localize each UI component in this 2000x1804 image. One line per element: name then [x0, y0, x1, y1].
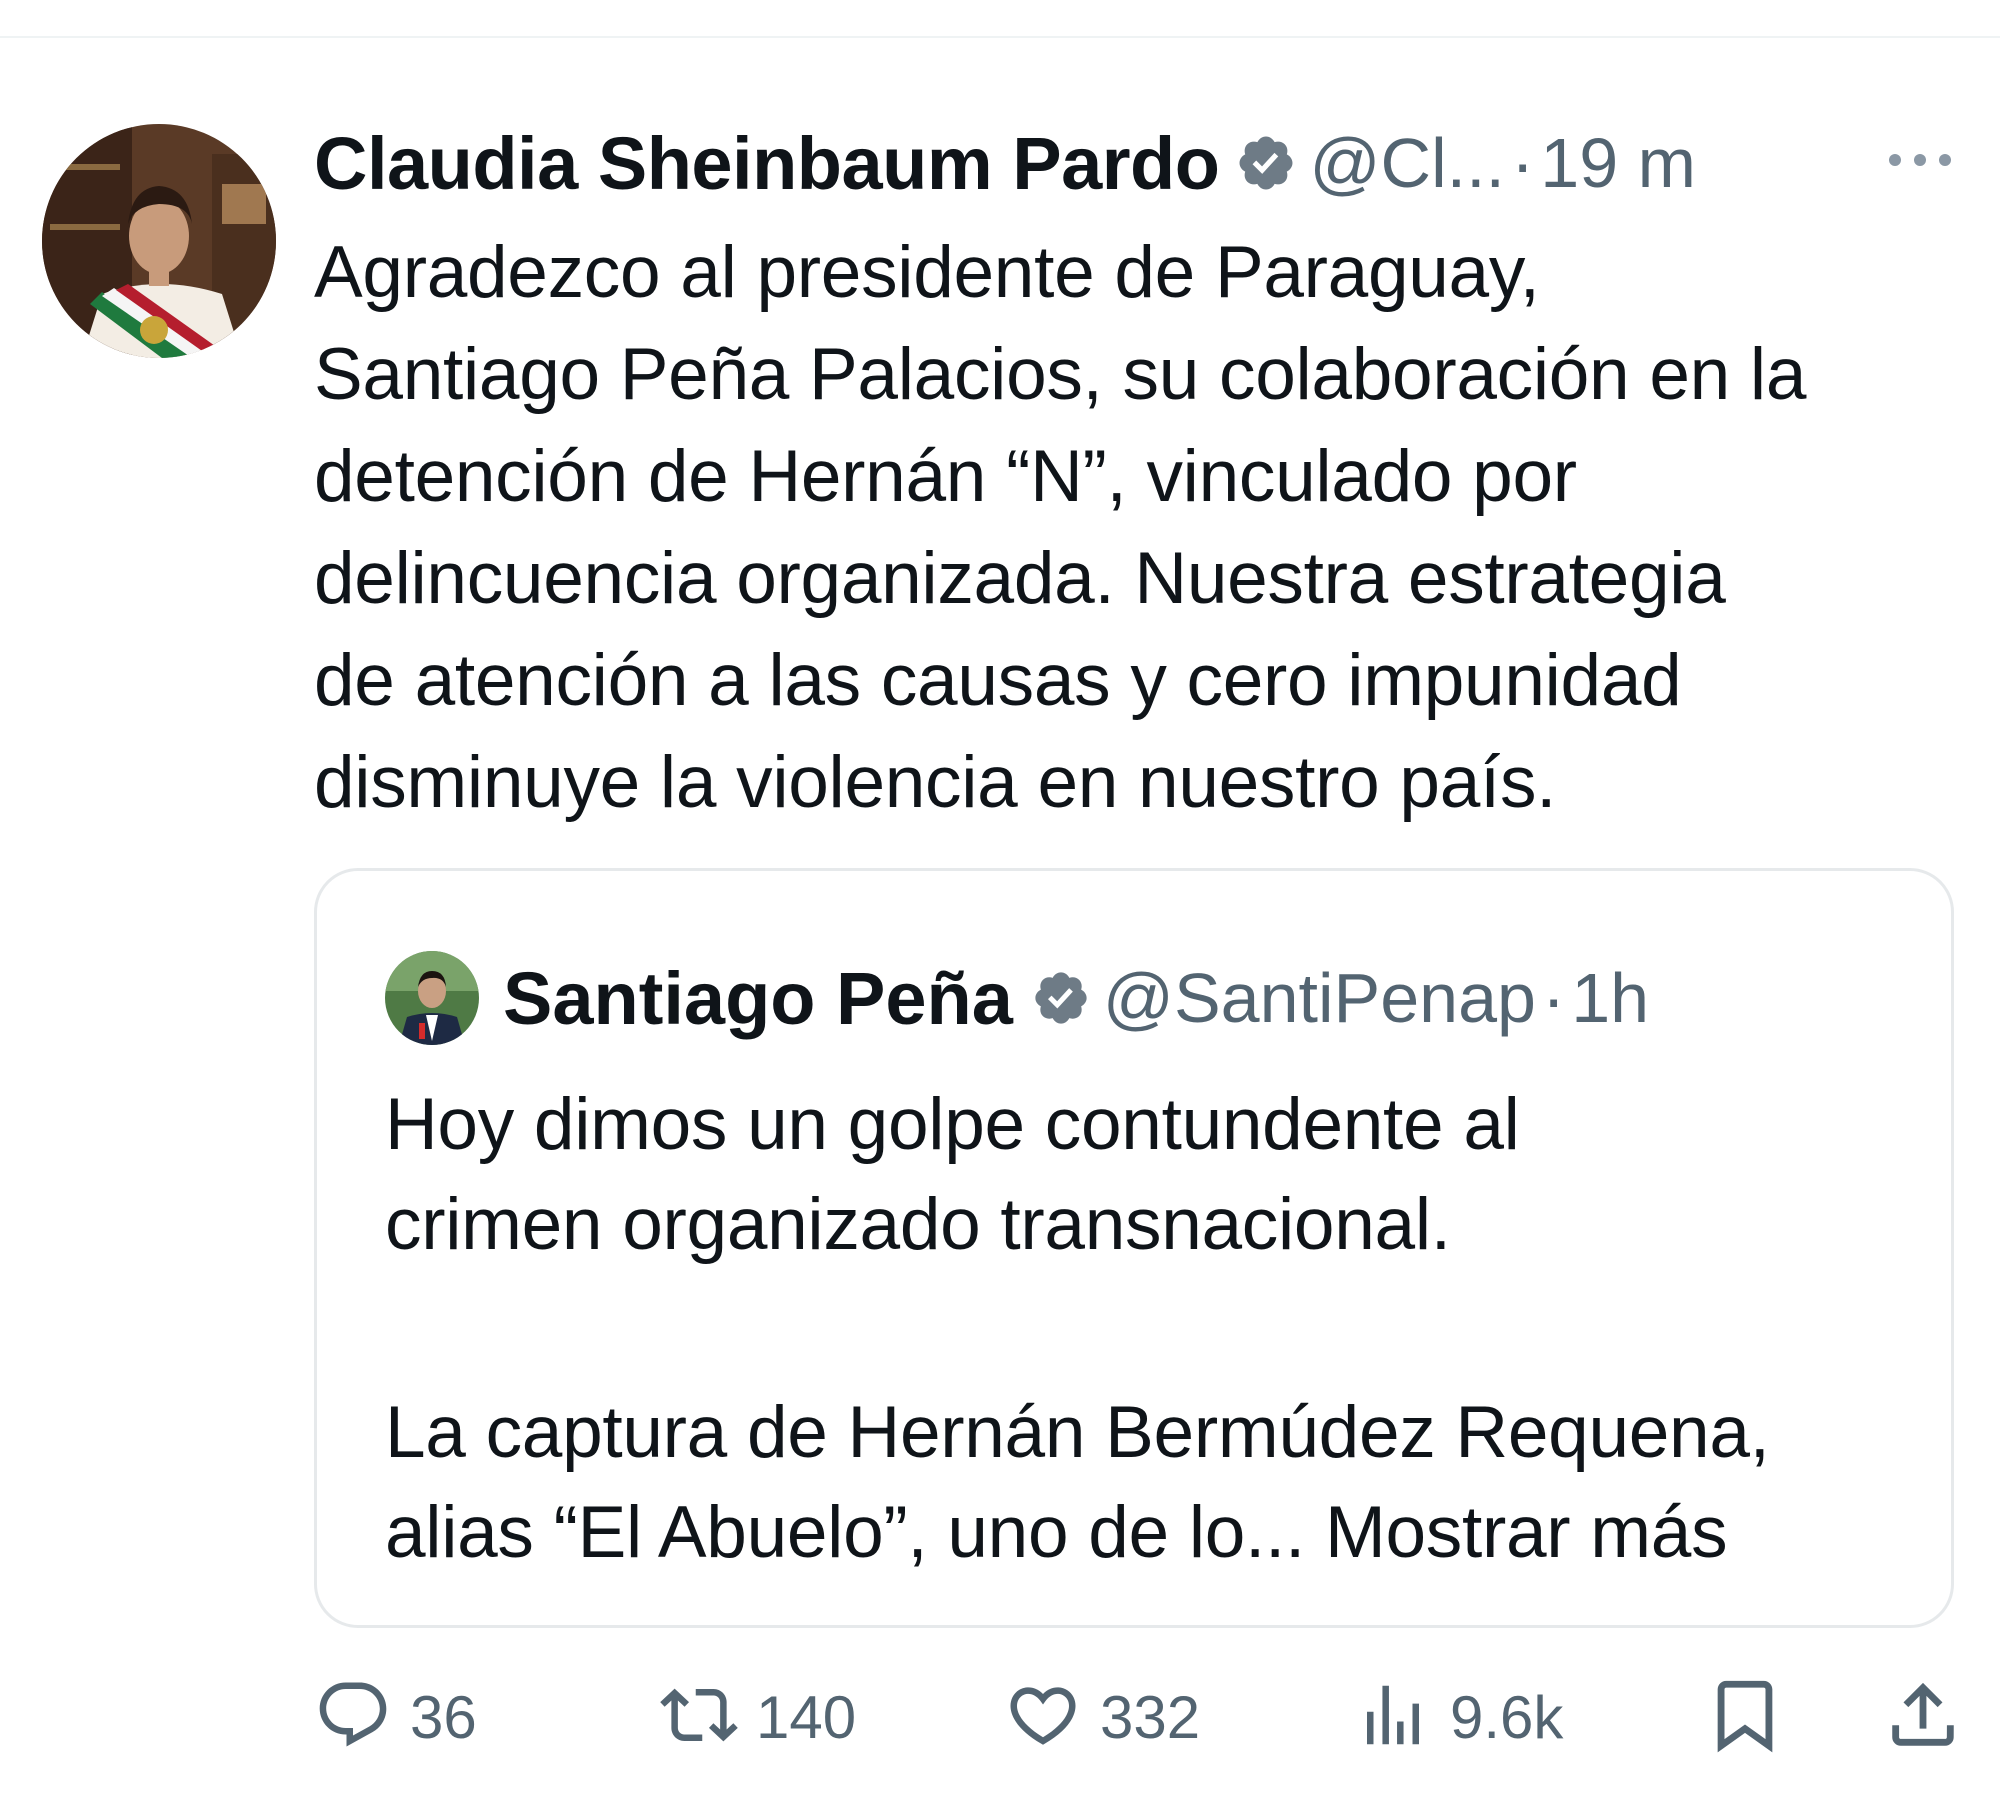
bookmark-icon: [1704, 1674, 1786, 1761]
bookmark-button[interactable]: [1704, 1672, 1786, 1762]
author-handle[interactable]: @Cl...: [1309, 123, 1505, 203]
tweet-text-line: Agradezco al presidente de Paraguay,: [314, 232, 1540, 313]
verified-badge-icon: [1235, 132, 1297, 194]
verified-badge-icon: [1031, 968, 1091, 1028]
repost-icon: [660, 1676, 738, 1759]
reply-button[interactable]: 36: [314, 1672, 477, 1762]
quoted-text-truncated: alias “El Abuelo”, uno de lo...: [385, 1492, 1305, 1573]
repost-count: 140: [756, 1683, 857, 1751]
quoted-text-line: Hoy dimos un golpe contundente al: [385, 1084, 1520, 1165]
reply-count: 36: [410, 1683, 477, 1751]
author-name[interactable]: Claudia Sheinbaum Pardo: [314, 121, 1220, 206]
share-button[interactable]: [1882, 1672, 1964, 1762]
tweet-text-line: de atención a las causas y cero impunida…: [314, 640, 1682, 721]
quoted-tweet-timestamp[interactable]: 1h: [1571, 958, 1649, 1038]
like-count: 332: [1100, 1683, 1201, 1751]
repost-button[interactable]: 140: [660, 1672, 856, 1762]
quoted-author-handle[interactable]: @SantiPenap: [1103, 958, 1536, 1038]
action-bar: 36 140 332 9.6k: [314, 1672, 1974, 1762]
author-avatar[interactable]: [42, 124, 276, 358]
separator-dot: ·: [1541, 959, 1566, 1037]
share-icon: [1882, 1674, 1964, 1761]
top-divider: [0, 36, 2000, 38]
tweet-text-line: delincuencia organizada. Nuestra estrate…: [314, 538, 1726, 619]
more-options-icon[interactable]: [1880, 140, 1960, 180]
quoted-text-line: La captura de Hernán Bermúdez Requena,: [385, 1392, 1770, 1473]
tweet-text-line: disminuye la violencia en nuestro país.: [314, 742, 1557, 823]
quoted-tweet-text: Hoy dimos un golpe contundente al crimen…: [385, 1075, 1925, 1583]
quoted-text-line: crimen organizado transnacional.: [385, 1184, 1451, 1265]
quoted-tweet-card[interactable]: Santiago Peña @SantiPenap · 1h Hoy dimos…: [314, 868, 1954, 1628]
tweet-text-line: Santiago Peña Palacios, su colaboración …: [314, 334, 1807, 415]
tweet-text-line: detención de Hernán “N”, vinculado por: [314, 436, 1577, 517]
like-icon: [1004, 1676, 1082, 1759]
tweet-text: Agradezco al presidente de Paraguay, San…: [314, 222, 1974, 834]
quoted-tweet-header: Santiago Peña @SantiPenap · 1h: [385, 943, 1649, 1053]
quoted-author-name[interactable]: Santiago Peña: [503, 956, 1013, 1041]
separator-dot: ·: [1510, 124, 1535, 202]
show-more-link[interactable]: Mostrar más: [1325, 1492, 1728, 1573]
quoted-text-line-last: alias “El Abuelo”, uno de lo... Mostrar …: [385, 1483, 1925, 1583]
views-button[interactable]: 9.6k: [1354, 1672, 1563, 1762]
reply-icon: [314, 1676, 392, 1759]
quoted-author-avatar[interactable]: [385, 951, 479, 1045]
views-icon: [1354, 1676, 1432, 1759]
tweet-header: Claudia Sheinbaum Pardo @Cl... · 19 m: [314, 118, 1696, 208]
view-count: 9.6k: [1450, 1683, 1564, 1751]
like-button[interactable]: 332: [1004, 1672, 1200, 1762]
tweet-timestamp[interactable]: 19 m: [1540, 123, 1696, 203]
